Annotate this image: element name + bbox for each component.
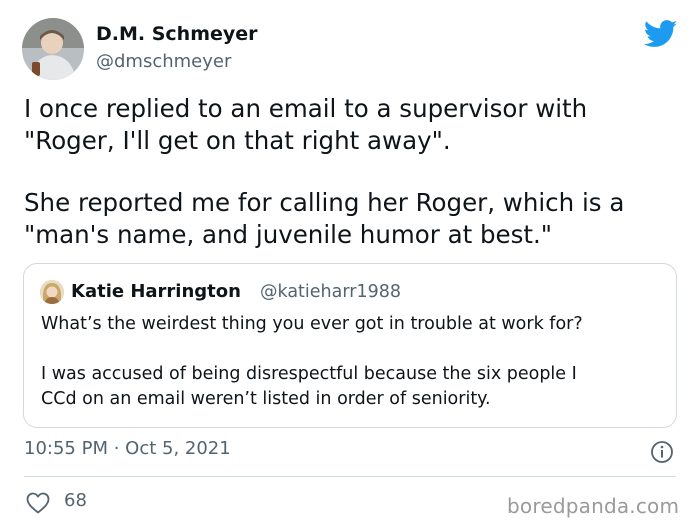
- tweet-text-line: She reported me for calling her Roger, w…: [24, 188, 625, 217]
- tweet-timestamp[interactable]: 10:55 PM · Oct 5, 2021: [24, 438, 231, 459]
- quoted-author-name: Katie Harrington: [71, 281, 241, 302]
- quoted-text-line: CCd on an email weren’t listed in order …: [41, 389, 491, 409]
- like-count: 68: [64, 490, 87, 511]
- twitter-bird-icon[interactable]: [643, 20, 678, 48]
- tweet-text-line: "Roger, I'll get on that right away".: [24, 126, 451, 155]
- quoted-author-handle: @katieharr1988: [260, 282, 401, 302]
- author-name[interactable]: D.M. Schmeyer: [96, 23, 258, 45]
- heart-icon[interactable]: [26, 492, 50, 514]
- author-avatar[interactable]: [22, 18, 84, 80]
- divider: [24, 476, 676, 477]
- info-icon[interactable]: [650, 440, 674, 464]
- quoted-text-line: I was accused of being disrespectful bec…: [41, 364, 577, 384]
- tweet-text: I once replied to an email to a supervis…: [24, 93, 674, 251]
- quoted-text-line: What’s the weirdest thing you ever got i…: [41, 314, 583, 334]
- watermark: boredpanda.com: [507, 494, 680, 518]
- tweet-card: D.M. Schmeyer @dmschmeyer I once replied…: [0, 0, 700, 530]
- tweet-text-line: I once replied to an email to a supervis…: [24, 94, 588, 123]
- quoted-tweet-text: What’s the weirdest thing you ever got i…: [41, 312, 666, 412]
- tweet-text-line: "man's name, and juvenile humor at best.…: [24, 220, 553, 249]
- quoted-author-avatar: [40, 280, 64, 304]
- author-handle[interactable]: @dmschmeyer: [96, 51, 231, 72]
- quoted-tweet[interactable]: Katie Harrington @katieharr1988 What’s t…: [23, 263, 677, 428]
